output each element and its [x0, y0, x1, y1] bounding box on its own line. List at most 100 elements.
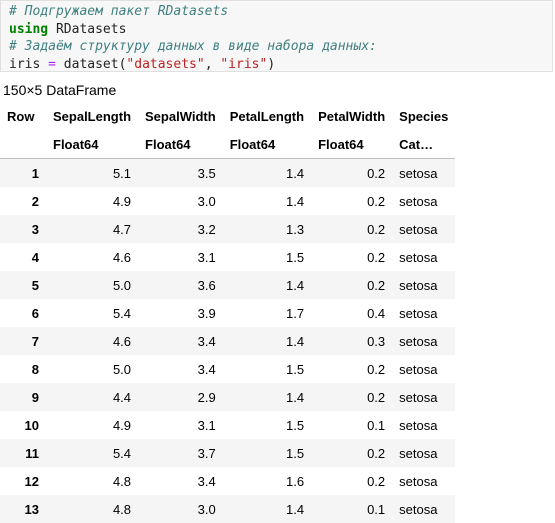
table-cell: 1.6: [286, 473, 305, 489]
table-cell: 3.9: [197, 305, 216, 321]
table-cell: 4.8: [112, 473, 132, 489]
row-number: 4: [31, 249, 39, 265]
table-cell: 0.2: [367, 221, 386, 237]
table-cell: 1.4: [286, 389, 305, 405]
table-row: 4 4.6 3.1 1.5 0.2 setosa: [0, 243, 455, 271]
column-type: Float64: [138, 130, 223, 159]
column-type: Cat…: [392, 130, 456, 159]
table-cell: 2.9: [197, 389, 216, 405]
code-keyword: using: [9, 21, 49, 37]
table-cell: 0.2: [367, 473, 386, 489]
table-cell: 5.1: [112, 165, 132, 181]
code-line-2: using RDatasets: [9, 21, 552, 39]
table-cell: 0.2: [367, 193, 386, 209]
column-type: Float64: [311, 130, 393, 159]
row-number: 8: [31, 361, 39, 377]
table-row: 7 4.6 3.4 1.4 0.3 setosa: [0, 327, 456, 355]
table-cell: 5.4: [112, 445, 132, 461]
column-type: [0, 130, 46, 159]
table-cell: 1.4: [286, 277, 305, 293]
code-operator: =: [48, 56, 56, 72]
row-number: 10: [24, 417, 39, 433]
table-row: 11 5.4 3.7 1.5 0.2 setosa: [0, 439, 456, 467]
row-number: 5: [31, 277, 39, 293]
table-row: 8 5.0 3.4 1.5 0.2 setosa: [0, 355, 455, 383]
table-cell: setosa: [399, 361, 438, 377]
table-row: 2 4.9 3.0 1.4 0.2 setosa: [0, 187, 455, 215]
table-row: 13 4.8 3.0 1.4 0.1 setosa: [0, 495, 456, 523]
table-cell: 0.2: [367, 165, 386, 181]
code-string: "iris": [220, 56, 268, 72]
table-cell: 4.4: [112, 389, 132, 405]
code-text: RDatasets: [48, 21, 127, 37]
table-cell: 3.6: [197, 277, 216, 293]
table-row: 12 4.8 3.4 1.6 0.2 setosa: [0, 467, 455, 495]
row-number: 6: [31, 305, 39, 321]
code-line-4: iris = dataset("datasets", "iris"): [9, 56, 552, 74]
table-row: 10 4.9 3.1 1.5 0.1 setosa: [0, 411, 455, 439]
table-cell: setosa: [399, 249, 438, 265]
table-cell: 0.4: [367, 305, 386, 321]
dataframe-table: Row SepalLength SepalWidth PetalLength P…: [0, 102, 456, 523]
code-text: ,: [204, 56, 221, 72]
table-cell: setosa: [399, 501, 438, 517]
table-cell: 3.7: [197, 445, 216, 461]
table-row: 5 5.0 3.6 1.4 0.2 setosa: [0, 271, 456, 299]
table-cell: 3.0: [197, 501, 216, 517]
table-cell: 5.0: [112, 361, 132, 377]
table-cell: 5.4: [112, 305, 132, 321]
code-text: ): [267, 56, 276, 72]
row-number: 3: [31, 221, 39, 237]
table-cell: 1.3: [286, 221, 305, 237]
table-cell: 5.0: [112, 277, 132, 293]
table-cell: 3.4: [197, 333, 216, 349]
table-cell: 3.1: [197, 249, 216, 265]
dataframe-summary: 150×5 DataFrame: [3, 82, 117, 98]
table-cell: setosa: [399, 305, 438, 321]
code-line-1: # Подгружаем пакет RDatasets: [9, 3, 552, 21]
table-cell: 0.2: [367, 389, 386, 405]
table-cell: 1.5: [286, 445, 305, 461]
table-cell: 0.2: [367, 277, 386, 293]
table-cell: 3.2: [197, 221, 216, 237]
table-cell: 1.4: [286, 193, 305, 209]
table-cell: 4.9: [112, 417, 132, 433]
table-row: 9 4.4 2.9 1.4 0.2 setosa: [0, 383, 456, 411]
code-line-3: # Задаём структуру данных в виде набора …: [9, 38, 552, 56]
table-cell: 1.5: [286, 249, 305, 265]
code-text: dataset(: [55, 56, 127, 72]
code-text: iris: [9, 56, 49, 72]
table-cell: setosa: [399, 445, 438, 461]
column-type: Float64: [222, 130, 312, 159]
table-cell: 1.4: [286, 501, 305, 517]
table-cell: setosa: [399, 473, 438, 489]
row-number: 12: [24, 473, 39, 489]
table-cell: 3.4: [197, 473, 216, 489]
column-header-petalwidth: PetalWidth: [318, 108, 386, 124]
table-cell: setosa: [399, 333, 438, 349]
table-cell: 4.6: [112, 333, 132, 349]
row-number: 1: [31, 165, 39, 181]
table-cell: 0.2: [367, 445, 386, 461]
table-cell: 1.5: [286, 361, 305, 377]
column-header-sepalwidth: SepalWidth: [145, 108, 216, 124]
code-string: "datasets": [126, 56, 205, 72]
column-header-row: Row: [7, 108, 35, 124]
table-cell: 3.1: [197, 417, 216, 433]
table-cell: 1.4: [286, 333, 305, 349]
table-cell: setosa: [399, 221, 438, 237]
header-row: Row SepalLength SepalWidth PetalLength P…: [0, 102, 455, 130]
table-cell: 3.0: [197, 193, 216, 209]
table-cell: setosa: [399, 277, 438, 293]
table-cell: 4.7: [112, 221, 132, 237]
table-cell: 1.4: [286, 165, 305, 181]
row-number: 7: [31, 333, 39, 349]
code-cell[interactable]: # Подгружаем пакет RDatasets using RDatas…: [0, 0, 553, 72]
table-cell: 0.2: [367, 249, 386, 265]
table-cell: setosa: [399, 193, 438, 209]
row-number: 9: [31, 389, 39, 405]
table-cell: 4.9: [112, 193, 132, 209]
table-cell: 3.4: [197, 361, 216, 377]
column-type: Float64: [46, 130, 139, 159]
table-cell: 0.3: [367, 333, 386, 349]
